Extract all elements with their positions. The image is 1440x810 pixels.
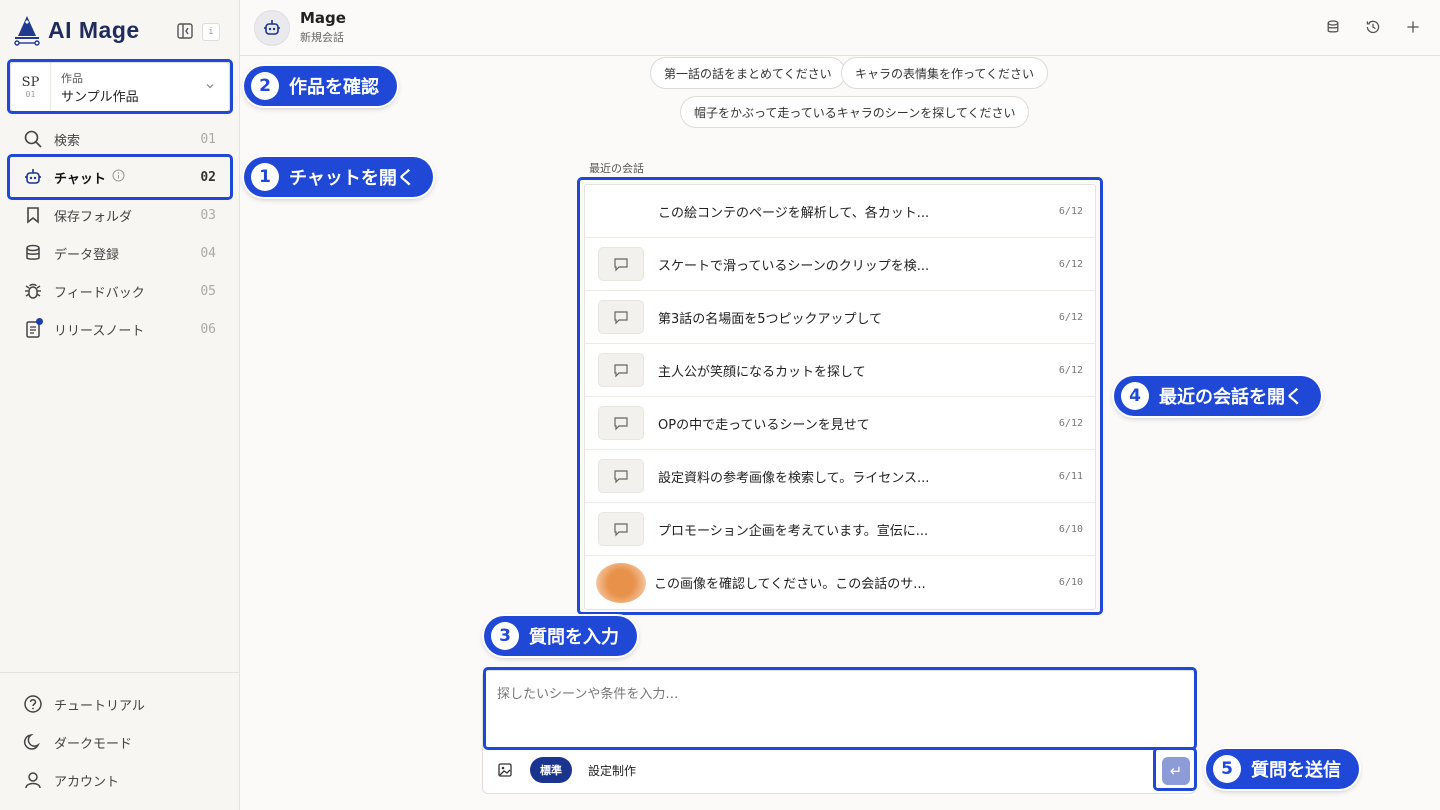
recent-label: 最近の会話 <box>589 162 644 175</box>
chat-bubble-icon <box>598 300 644 334</box>
sidebar-item-saved-folder[interactable]: 保存フォルダ 03 <box>10 196 230 234</box>
chat-input[interactable] <box>483 671 1197 749</box>
callout-enter-question: 3 質問を入力 <box>484 616 637 656</box>
image-attach-icon[interactable] <box>497 762 515 780</box>
app-logo[interactable]: AI Mage <box>12 14 140 46</box>
list-item[interactable]: OPの中で走っているシーンを見せて 6/12 <box>585 397 1095 450</box>
sidebar-collapse-icon[interactable] <box>176 22 194 40</box>
sidebar-item-dark-mode[interactable]: ダークモード <box>10 723 230 761</box>
chat-bubble-icon <box>598 247 644 281</box>
callout-confirm-work: 2 作品を確認 <box>244 66 397 106</box>
info-icon[interactable] <box>112 169 125 186</box>
image-thumbnail <box>596 562 646 603</box>
work-value: サンプル作品 <box>61 89 139 105</box>
robot-icon <box>22 166 44 188</box>
mode-setting-production-button[interactable]: 設定制作 <box>588 757 636 783</box>
chat-bubble-icon <box>598 353 644 387</box>
list-item[interactable]: 主人公が笑顔になるカットを探して 6/12 <box>585 344 1095 397</box>
mode-standard-button[interactable]: 標準 <box>530 757 572 783</box>
new-chat-plus-icon[interactable] <box>1404 18 1422 36</box>
list-item[interactable]: 第3話の名場面を5つピックアップして 6/12 <box>585 291 1095 344</box>
sidebar-item-tutorial[interactable]: チュートリアル <box>10 685 230 723</box>
sidebar: AI Mage i SP 01 作品 サンプル作品 検索 01 チャット 02 <box>0 0 240 810</box>
robot-icon <box>264 20 280 35</box>
moon-icon <box>22 731 44 753</box>
chat-title: Mage <box>300 9 346 27</box>
chat-bubble-icon <box>598 459 644 493</box>
sidebar-item-release-notes[interactable]: リリースノート 06 <box>10 310 230 348</box>
app-name: AI Mage <box>48 16 140 43</box>
sidebar-item-feedback[interactable]: フィードバック 05 <box>10 272 230 310</box>
send-button[interactable]: ↵ <box>1162 757 1190 785</box>
sidebar-item-search[interactable]: 検索 01 <box>10 120 230 158</box>
suggestion-chip[interactable]: キャラの表情集を作ってください <box>841 57 1049 89</box>
list-item[interactable]: この画像を確認してください。この会話のサ... 6/10 <box>585 556 1095 609</box>
list-item[interactable]: プロモーション企画を考えています。宣伝に... 6/10 <box>585 503 1095 556</box>
suggestion-chip[interactable]: 帽子をかぶって走っているキャラのシーンを探してください <box>680 96 1030 128</box>
chat-composer: 標準 設定制作 ↵ <box>482 670 1197 794</box>
bug-icon <box>22 280 44 302</box>
work-selector[interactable]: SP 01 作品 サンプル作品 <box>10 62 230 112</box>
bot-avatar <box>254 10 290 46</box>
sidebar-divider <box>0 672 240 673</box>
chat-bubble-icon <box>598 406 644 440</box>
shortcut-hint: i <box>202 23 220 41</box>
list-item[interactable]: 設定資料の参考画像を検索して。ライセンス... 6/11 <box>585 450 1095 503</box>
bookmark-icon <box>22 204 44 226</box>
recent-list: この絵コンテのページを解析して、各カット... 6/12 スケートで滑っているシ… <box>584 184 1096 610</box>
wizard-hat-icon <box>14 16 40 46</box>
header-actions <box>1324 18 1422 36</box>
sidebar-bottom: チュートリアル ダークモード アカウント <box>10 685 230 799</box>
callout-open-chat: 1 チャットを開く <box>244 157 433 197</box>
notification-dot <box>36 318 43 325</box>
suggestion-chip[interactable]: 第一話の話をまとめてください <box>650 57 846 89</box>
search-icon <box>22 128 44 150</box>
list-item[interactable]: この絵コンテのページを解析して、各カット... 6/12 <box>585 185 1095 238</box>
database-icon <box>22 242 44 264</box>
work-code: SP 01 <box>11 63 51 111</box>
list-item[interactable]: スケートで滑っているシーンのクリップを検... 6/12 <box>585 238 1095 291</box>
help-circle-icon <box>22 693 44 715</box>
chat-header: Mage 新規会話 <box>240 0 1440 56</box>
work-label: 作品 <box>61 71 83 85</box>
sidebar-nav: 検索 01 チャット 02 保存フォルダ 03 データ登録 04 フィードバック… <box>10 120 230 348</box>
chevron-down-icon <box>205 81 229 94</box>
sidebar-item-chat[interactable]: チャット 02 <box>10 158 230 196</box>
sidebar-item-account[interactable]: アカウント <box>10 761 230 799</box>
image-thumbnail <box>598 194 644 228</box>
history-icon[interactable] <box>1364 18 1382 36</box>
callout-send-question: 5 質問を送信 <box>1206 749 1359 789</box>
database-icon[interactable] <box>1324 18 1342 36</box>
sidebar-item-data-registration[interactable]: データ登録 04 <box>10 234 230 272</box>
chat-bubble-icon <box>598 512 644 546</box>
user-icon <box>22 769 44 791</box>
chat-subtitle: 新規会話 <box>300 31 344 44</box>
callout-open-recent: 4 最近の会話を開く <box>1114 376 1321 416</box>
